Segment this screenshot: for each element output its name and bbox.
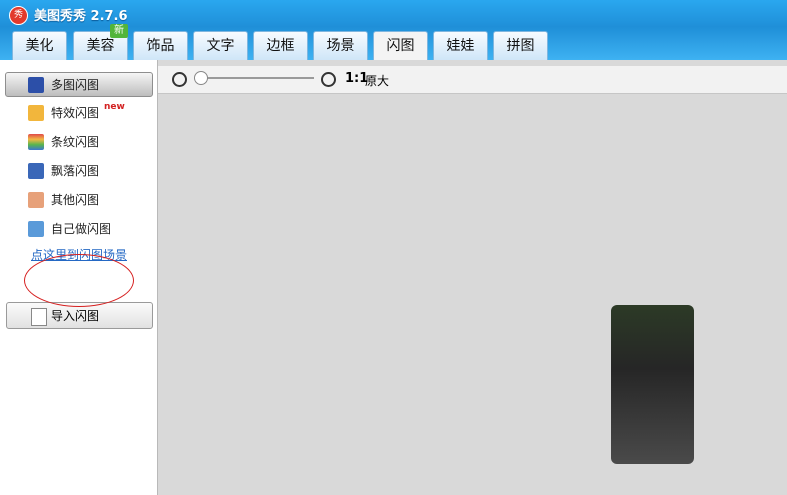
tab-text[interactable]: 文字	[193, 31, 248, 60]
sidebar-item-stripes-flash[interactable]: 条纹闪图	[51, 132, 99, 152]
stripes-icon	[28, 134, 44, 150]
tab-dolls[interactable]: 娃娃	[433, 31, 488, 60]
zoom-out-icon[interactable]	[172, 72, 187, 87]
custom-icon	[28, 221, 44, 237]
tab-beautify[interactable]: 美化	[12, 31, 67, 60]
toolbar: 1:1 原大	[158, 66, 787, 94]
title-bar: 秀 美图秀秀 2.7.6 美化 美容 饰品 文字 边框 场景 闪图 娃娃 拼图 …	[0, 0, 787, 60]
sidebar-item-effects-flash[interactable]: 特效闪图	[51, 103, 99, 123]
sidebar-item-falling-flash[interactable]: 飘落闪图	[51, 161, 99, 181]
tab-scenes[interactable]: 场景	[313, 31, 368, 60]
app-logo-icon: 秀	[9, 6, 28, 25]
tab-frames[interactable]: 边框	[253, 31, 308, 60]
other-icon	[28, 192, 44, 208]
zoom-label: 原大	[365, 74, 390, 88]
new-tag: new	[104, 102, 125, 112]
tab-flash[interactable]: 闪图	[373, 31, 428, 60]
zoom-in-icon[interactable]	[321, 72, 336, 87]
falling-icon	[28, 163, 44, 179]
zoom-slider[interactable]	[194, 77, 314, 79]
zoom-slider-handle[interactable]	[194, 71, 208, 85]
photo-preview[interactable]	[611, 305, 694, 464]
new-badge: 新	[110, 24, 128, 38]
import-label: 导入闪图	[51, 309, 100, 323]
sidebar: 多图闪图 特效闪图 new 条纹闪图 飘落闪图 其他闪图 自己做闪图 点这里到闪…	[0, 60, 158, 495]
sidebar-item-multi-flash[interactable]: 多图闪图	[51, 75, 99, 95]
import-icon	[31, 308, 47, 326]
sidebar-item-custom-flash[interactable]: 自己做闪图	[51, 219, 111, 239]
annotation-oval	[24, 254, 134, 307]
sparkle-icon	[28, 105, 44, 121]
sidebar-item-other-flash[interactable]: 其他闪图	[51, 190, 99, 210]
canvas-area[interactable]	[158, 94, 787, 495]
tab-accessories[interactable]: 饰品	[133, 31, 188, 60]
window-title: 美图秀秀 2.7.6	[34, 9, 128, 24]
grid-icon	[28, 77, 44, 93]
tab-collage[interactable]: 拼图	[493, 31, 548, 60]
